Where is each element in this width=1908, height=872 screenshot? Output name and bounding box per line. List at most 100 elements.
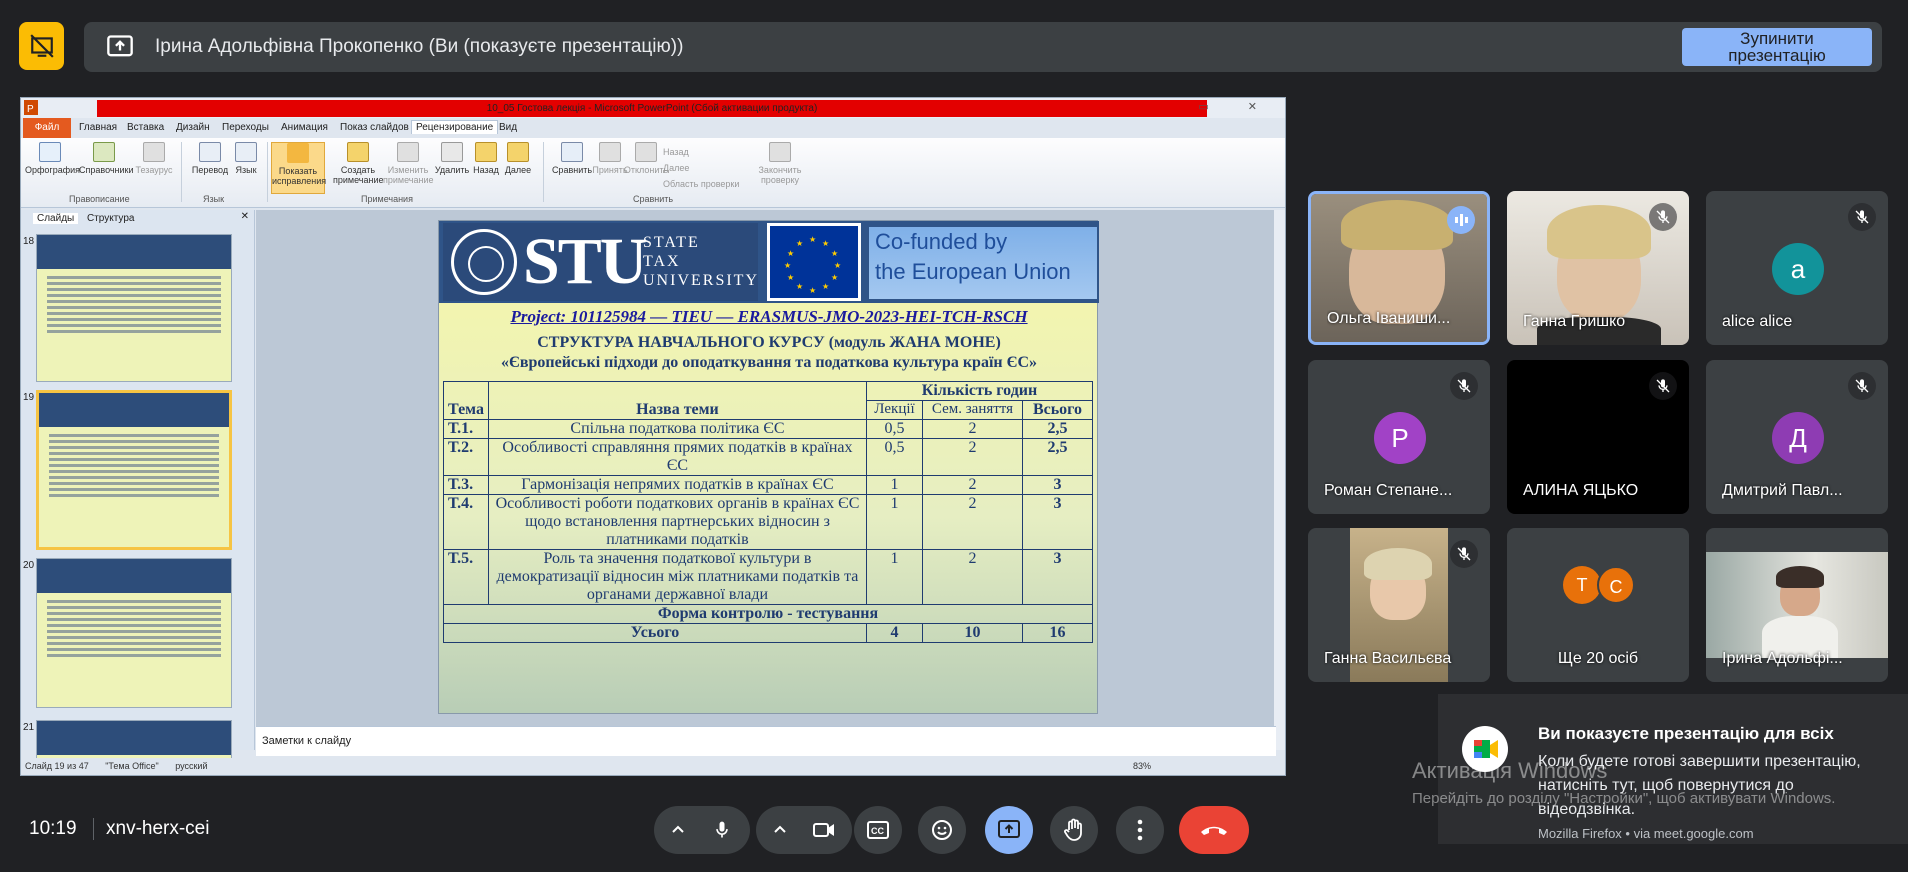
raise-hand-button[interactable] [1050, 806, 1098, 854]
present-screen-button[interactable] [985, 806, 1033, 854]
total-label: Усього [443, 623, 867, 643]
ribbon-label: Язык [235, 165, 257, 175]
edit-comment-button[interactable]: Изменить примечание [383, 142, 434, 185]
microphone-button[interactable] [698, 806, 746, 854]
show-markup-button[interactable]: Показать исправления [271, 142, 327, 194]
thumb-number: 19 [23, 392, 35, 403]
group-language: Язык [203, 194, 225, 204]
slide-title: СТРУКТУРА НАВЧАЛЬНОГО КУРСУ (модуль ЖАНА… [439, 333, 1099, 373]
status-zoom[interactable]: 83% [1133, 761, 1151, 771]
slide-title-line-2: «Європейські підходи до оподаткування та… [500, 354, 1038, 371]
status-theme: "Тема Office" [105, 761, 159, 771]
tab-review[interactable]: Рецензирование [411, 120, 499, 134]
tab-design[interactable]: Дизайн [176, 122, 210, 133]
shared-screen: P 10_05 Гостова лекція - Microsoft Power… [20, 97, 1286, 776]
more-options-button[interactable] [1116, 806, 1164, 854]
status-language: русский [175, 761, 208, 771]
participant-tile[interactable]: Ганна Васильєва [1308, 528, 1490, 682]
compare-icon [561, 142, 583, 162]
participant-tile[interactable]: АЛИНА ЯЦЬКО [1507, 360, 1689, 514]
participant-tile[interactable]: Ганна Гришко [1507, 191, 1689, 345]
ribbon-label: Отклонить [623, 165, 669, 175]
close-panel-icon[interactable]: ✕ [241, 211, 249, 222]
row-total: 3 [1022, 549, 1093, 605]
slide-thumbnail-20[interactable] [36, 558, 232, 708]
thumb-body [37, 593, 231, 664]
camera-options-chevron-icon[interactable] [760, 821, 800, 839]
stu-tax: TAX [643, 253, 681, 270]
muted-mic-icon [1649, 372, 1677, 400]
notification-title: Ви показуєте презентацію для всіх [1538, 724, 1834, 743]
language-button[interactable]: Язык [221, 142, 271, 175]
ribbon-label: Показать исправления [272, 166, 327, 186]
tab-file[interactable]: Файл [23, 118, 71, 138]
participant-tile[interactable]: Д Дмитрий Павл... [1706, 360, 1888, 514]
slide-thumbnail-19[interactable] [36, 390, 232, 550]
end-review-icon [769, 142, 791, 162]
review-previous[interactable]: Назад [663, 144, 739, 160]
participant-name: Ганна Васильєва [1324, 650, 1452, 667]
slide-thumbnail-18[interactable] [36, 234, 232, 382]
meeting-code: xnv-herx-cei [106, 818, 210, 839]
participant-tile[interactable]: Ольга Іваниши... [1308, 191, 1490, 345]
thumb-header [37, 235, 231, 269]
panel-tabs: Слайды Структура ✕ [21, 210, 255, 228]
mic-options-chevron-icon[interactable] [658, 821, 698, 839]
review-nav-list: Назад Далее Область проверки [663, 144, 739, 192]
review-pane[interactable]: Область проверки [663, 176, 739, 192]
spelling-button[interactable]: Орфография [25, 142, 80, 175]
microphone-icon [716, 821, 728, 838]
participant-name: alice alice [1722, 313, 1793, 330]
more-vertical-icon [1137, 819, 1143, 841]
slide-notes[interactable]: Заметки к слайду [256, 726, 1276, 756]
table-row: Т.5. Роль та значення податкової культур… [443, 549, 1093, 605]
slide-thumbnail-21[interactable] [36, 720, 232, 760]
row-name: Роль та значення податкової культури в д… [487, 549, 868, 605]
participant-name: АЛИНА ЯЦЬКО [1523, 482, 1639, 499]
table-header-row: Тема Назва теми Кількість годин [443, 381, 1093, 420]
presentation-mode-icon[interactable] [19, 22, 64, 70]
thesaurus-button[interactable]: Тезаурус [129, 142, 179, 175]
tab-view[interactable]: Вид [499, 122, 517, 133]
row-lectures: 0,5 [866, 438, 923, 476]
participant-avatar: С [1597, 566, 1635, 604]
total-all: 16 [1022, 623, 1093, 643]
camera-button[interactable] [800, 806, 848, 854]
participant-hair [1341, 200, 1453, 250]
references-button[interactable]: Справочники [79, 142, 134, 175]
ribbon-label: Изменить примечание [383, 165, 434, 185]
editor-scrollbar[interactable] [1274, 210, 1285, 750]
stop-presenting-button[interactable]: Зупинити презентацію [1682, 28, 1872, 66]
next-comment-button[interactable]: Далее [493, 142, 543, 175]
participant-name: Ганна Гришко [1523, 313, 1626, 330]
window-controls[interactable]: ▭ ✕ [1198, 100, 1275, 113]
delete-icon [441, 142, 463, 162]
tab-slideshow[interactable]: Показ слайдов [340, 122, 409, 133]
more-participants-tile[interactable]: Т С Ще 20 осіб [1507, 528, 1689, 682]
tab-insert[interactable]: Вставка [127, 122, 164, 133]
new-comment-button[interactable]: Создать примечание [333, 142, 384, 185]
tab-home[interactable]: Главная [79, 122, 117, 133]
participant-tile[interactable]: Р Роман Степане... [1308, 360, 1490, 514]
participant-tile[interactable]: Ірина Адольфі... [1706, 528, 1888, 682]
windows-activation-watermark: Активація Windows Перейдіть до розділу "… [1412, 758, 1882, 810]
header-lectures: Лекції [866, 400, 923, 420]
review-next[interactable]: Далее [663, 160, 739, 176]
participant-avatar: Т [1563, 566, 1601, 604]
tab-animation[interactable]: Анимация [281, 122, 328, 133]
captions-button[interactable]: CC [854, 806, 902, 854]
thumb-body [37, 269, 231, 340]
accept-icon [599, 142, 621, 162]
participant-tile[interactable]: a alice alice [1706, 191, 1888, 345]
end-review-button[interactable]: Закончить проверку [755, 142, 805, 185]
tab-slides[interactable]: Слайды [33, 213, 79, 224]
row-name: Особливості справляння прямих податків в… [487, 438, 868, 476]
stu-logo-subtitle: STATE TAX UNIVERSITY [643, 233, 759, 290]
tab-outline[interactable]: Структура [87, 213, 134, 224]
markup-icon [287, 143, 309, 163]
reactions-button[interactable] [918, 806, 966, 854]
leave-call-button[interactable] [1179, 806, 1249, 854]
group-comments: Примечания [361, 194, 413, 204]
svg-text:P: P [27, 104, 34, 115]
tab-transitions[interactable]: Переходы [222, 122, 269, 133]
